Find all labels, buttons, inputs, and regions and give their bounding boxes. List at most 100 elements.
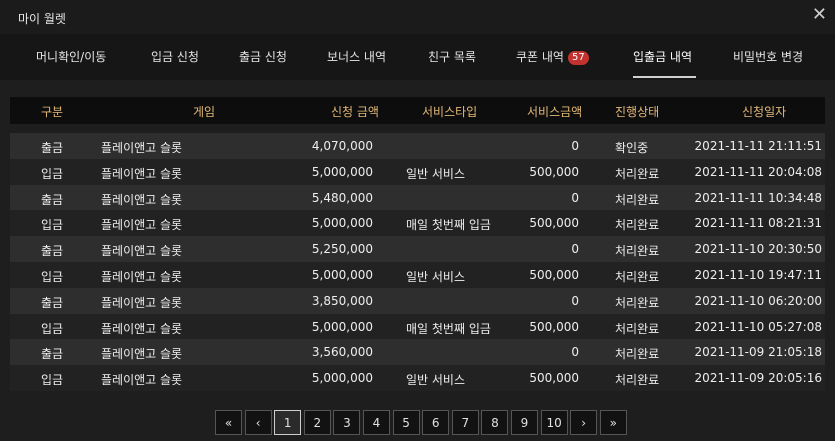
cell-game: 플레이앤고 슬롯 [101,295,183,310]
table-row: 출금 플레이앤고 슬롯 3,560,000 0 처리완료 2021-11-09 21:05… [10,339,825,366]
cell-date: 2021-11-10 20:30:50 [694,242,822,257]
tab-money-check[interactable]: 머니확인/이동 [36,48,106,65]
tab-label: 출금 신청 [239,50,287,64]
cell-type: 출금 [41,295,64,310]
table-header: 구분 게임 신청 금액 서비스타입 서비스금액 진행상태 신청일자 [10,97,825,124]
tab-withdraw-request[interactable]: 출금 신청 [239,48,287,65]
page-button[interactable]: 5 [392,410,420,435]
tab-label: 쿠폰 내역 [516,50,564,64]
cell-game: 플레이앤고 슬롯 [101,218,183,233]
page-button[interactable]: 4 [363,410,390,435]
active-tab-indicator [633,76,696,78]
table-row: 입금 플레이앤고 슬롯 5,000,000 매일 첫번째 입금 500,000 처리완료 2… [10,313,825,340]
cell-service-type: 일반 서비스 [406,166,466,181]
tab-change-password[interactable]: 비밀번호 변경 [733,48,803,65]
table-row: 입금 플레이앤고 슬롯 5,000,000 일반 서비스 500,000 처리완료 2021… [10,158,825,185]
cell-type: 입금 [41,218,64,233]
first-page-button[interactable]: « [215,410,242,435]
page-button[interactable]: 9 [511,410,538,435]
cell-status: 처리완료 [615,321,660,336]
cell-service-amount: 0 [571,293,579,308]
page-button[interactable]: 6 [422,410,450,435]
cell-service-amount: 0 [571,345,579,360]
cell-amount: 3,850,000 [311,293,373,308]
cell-date: 2021-11-09 20:05:16 [694,371,822,386]
cell-service-amount: 0 [571,139,579,153]
cell-status: 처리완료 [615,373,660,388]
cell-amount: 4,070,000 [311,139,373,153]
next-page-button[interactable]: › [570,410,598,435]
cell-type: 입금 [41,166,64,181]
cell-amount: 5,000,000 [311,216,373,231]
close-icon[interactable]: ✕ [812,4,827,25]
cell-date: 2021-11-11 21:11:51 [694,139,822,153]
cell-type: 출금 [41,347,64,362]
cell-game: 플레이앤고 슬롯 [101,321,183,336]
cell-service-type: 매일 첫번째 입금 [406,321,491,336]
last-page-button[interactable]: » [599,410,627,435]
cell-service-amount: 0 [571,190,579,205]
cell-amount: 5,250,000 [311,242,373,257]
cell-date: 2021-11-09 21:05:18 [694,345,822,360]
page-button[interactable]: 2 [303,410,331,435]
col-header-service-amount: 서비스금액 [527,105,583,119]
cell-status: 처리완료 [615,270,660,284]
cell-amount: 5,000,000 [311,268,373,282]
cell-game: 플레이앤고 슬롯 [101,270,183,284]
col-header-service-type: 서비스타입 [422,105,478,119]
cell-service-type: 매일 첫번째 입금 [406,218,491,233]
cell-service-amount: 500,000 [529,216,579,231]
page-button[interactable]: 8 [481,410,509,435]
table-row: 입금 플레이앤고 슬롯 5,000,000 일반 서비스 500,000 처리완료 2021… [10,365,825,392]
page-button[interactable]: 3 [333,410,361,435]
tab-deposit-request[interactable]: 입금 신청 [151,48,199,65]
col-header-amount: 신청 금액 [331,105,379,119]
cell-game: 플레이앤고 슬롯 [101,373,183,388]
tab-label: 비밀번호 변경 [733,50,804,64]
table-row: 입금 플레이앤고 슬롯 5,000,000 매일 첫번째 입금 500,000 처리완료 2… [10,210,825,237]
tab-friend-list[interactable]: 친구 목록 [428,48,476,65]
cell-type: 출금 [41,141,64,155]
page-button[interactable]: 10 [540,410,568,435]
tab-label: 입출금 내역 [633,50,693,64]
cell-amount: 5,000,000 [311,319,373,334]
cell-status: 확인중 [615,141,649,155]
cell-type: 출금 [41,192,64,207]
cell-service-amount: 500,000 [529,268,579,282]
window-title: 마이 월렛 [18,12,66,26]
cell-type: 입금 [41,373,64,388]
table-row: 출금 플레이앤고 슬롯 4,070,000 0 확인중 2021-11-11 21:11:… [10,133,825,159]
cell-date: 2021-11-10 06:20:00 [694,293,822,308]
cell-type: 입금 [41,321,64,336]
cell-amount: 5,000,000 [311,371,373,386]
page-button[interactable]: 1 [274,410,302,435]
table-row: 입금 플레이앤고 슬롯 5,000,000 일반 서비스 500,000 처리완료 2021… [10,262,825,288]
page-button[interactable]: 7 [451,410,479,435]
tab-label: 친구 목록 [428,50,476,64]
tab-label: 머니확인/이동 [36,50,107,64]
cell-status: 처리완료 [615,347,660,362]
tab-coupon-history[interactable]: 쿠폰 내역 57 [516,48,589,65]
cell-type: 출금 [41,244,64,259]
tab-label: 보너스 내역 [327,50,387,64]
cell-service-type: 일반 서비스 [406,373,466,388]
prev-page-button[interactable]: ‹ [244,410,272,435]
cell-status: 처리완료 [615,295,660,310]
cell-service-amount: 500,000 [529,164,579,179]
window-titlebar: 마이 월렛 ✕ [0,0,835,34]
cell-game: 플레이앤고 슬롯 [101,347,183,362]
tab-label: 입금 신청 [151,50,199,64]
cell-status: 처리완료 [615,166,660,181]
cell-date: 2021-11-11 08:21:31 [694,216,822,231]
cell-date: 2021-11-10 19:47:11 [694,268,822,282]
table-row: 출금 플레이앤고 슬롯 5,480,000 0 처리완료 2021-11-11 10:34… [10,184,825,211]
col-header-game: 게임 [193,105,216,119]
col-header-type: 구분 [41,105,64,119]
col-header-date: 신청일자 [742,105,787,119]
tab-bonus-history[interactable]: 보너스 내역 [327,48,386,65]
cell-date: 2021-11-11 20:04:08 [694,164,822,179]
cell-date: 2021-11-11 10:34:48 [694,190,822,205]
tab-transaction-history[interactable]: 입출금 내역 [633,48,692,65]
cell-service-amount: 500,000 [529,371,579,386]
cell-status: 처리완료 [615,192,660,207]
